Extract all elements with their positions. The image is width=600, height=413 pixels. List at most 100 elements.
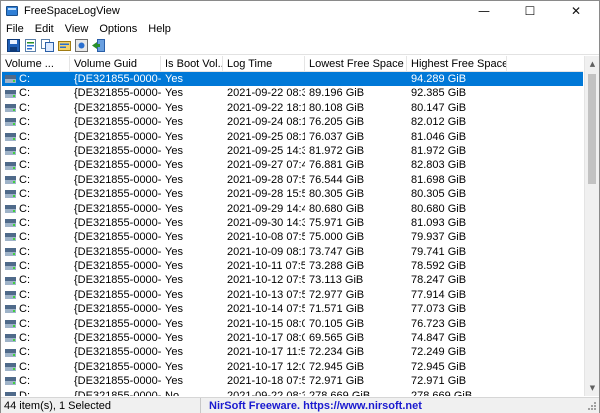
table-row[interactable]: C: {DE321855-0000-0... Yes 2021-09-27 07:4.…: [2, 158, 583, 172]
table-row[interactable]: C: {DE321855-0000-0... Yes 2021-10-17 11:5.…: [2, 345, 583, 359]
cell-volume-name: C:: [2, 187, 70, 201]
cell-volume-guid: {DE321855-0000-0...: [74, 73, 161, 85]
drive-icon: [5, 161, 16, 170]
cell-lowest-free-space: 76.881 GiB: [309, 159, 365, 172]
menu-file[interactable]: File: [1, 23, 30, 35]
table-row[interactable]: C: {DE321855-0000-0... Yes 2021-09-25 14:3.…: [2, 144, 583, 158]
cell-lowest-free-space: 72.945 GiB: [309, 360, 365, 373]
table-row[interactable]: C: {DE321855-0000-0... Yes 2021-10-17 08:0.…: [2, 331, 583, 345]
menu-options[interactable]: Options: [94, 23, 143, 35]
column-header-log-time[interactable]: Log Time: [223, 56, 305, 72]
column-header-highest-free-space[interactable]: Highest Free Space: [407, 56, 507, 72]
options-icon[interactable]: [73, 38, 89, 54]
html-report-icon[interactable]: [22, 38, 38, 54]
menu-view[interactable]: View: [60, 23, 95, 35]
cell-lowest-free-space: [305, 72, 407, 86]
drive-icon: [5, 175, 16, 184]
table-row[interactable]: C: {DE321855-0000-0... Yes 2021-09-28 07:5.…: [2, 173, 583, 187]
save-icon[interactable]: [5, 38, 21, 54]
table-row[interactable]: C: {DE321855-0000-0... Yes 2021-09-28 15:5.…: [2, 187, 583, 201]
cell-is-boot-volume: Yes: [165, 202, 183, 215]
drive-icon: [5, 276, 16, 285]
drive-icon: [5, 363, 16, 371]
cell-volume-name: C:: [2, 173, 70, 187]
cell-log-time: 2021-10-14 07:5...: [227, 303, 305, 316]
volume-label: C:: [19, 260, 30, 273]
cell-is-boot-volume: Yes: [165, 116, 183, 129]
volume-label: C:: [19, 202, 30, 215]
table-row[interactable]: C: {DE321855-0000-0... Yes 2021-09-24 08:1.…: [2, 115, 583, 129]
cell-highest-free-space: 81.972 GiB: [411, 144, 467, 157]
table-row[interactable]: C: {DE321855-0000-0... Yes 2021-10-14 07:5.…: [2, 302, 583, 316]
cell-lowest-free-space: 71.571 GiB: [309, 303, 365, 316]
cell-highest-free-space: 72.971 GiB: [411, 375, 467, 388]
cell-volume-guid: {DE321855-0000-0...: [74, 87, 161, 100]
table-row[interactable]: C: {DE321855-0000-0... Yes 2021-09-22 08:3.…: [2, 86, 583, 100]
close-button[interactable]: ✕: [553, 1, 599, 21]
exit-icon[interactable]: [90, 38, 106, 54]
table-row[interactable]: C: {DE321855-0000-0... Yes 2021-09-30 14:3.…: [2, 216, 583, 230]
minimize-button[interactable]: —: [461, 1, 507, 21]
log-list-view[interactable]: Volume ... Volume Guid Is Boot Vol... Lo…: [2, 56, 583, 396]
cell-volume-name: C:: [2, 259, 70, 273]
volume-label: C:: [19, 245, 30, 258]
title-bar[interactable]: FreeSpaceLogView — ☐ ✕: [1, 1, 599, 21]
table-row[interactable]: C: {DE321855-0000-0... Yes 94.289 GiB: [2, 72, 583, 87]
table-row[interactable]: C: {DE321855-0000-0... Yes 2021-10-11 07:5.…: [2, 259, 583, 273]
scroll-down-arrow-icon[interactable]: ▼: [585, 380, 600, 396]
cell-lowest-free-space: 80.680 GiB: [309, 202, 365, 215]
cell-log-time: 2021-10-09 08:1...: [227, 245, 305, 258]
cell-lowest-free-space: 72.971 GiB: [309, 375, 365, 388]
cell-volume-guid: {DE321855-0000-0...: [74, 360, 161, 373]
table-row[interactable]: C: {DE321855-0000-0... Yes 2021-09-25 08:1.…: [2, 130, 583, 144]
cell-is-boot-volume: Yes: [165, 87, 183, 100]
table-row[interactable]: C: {DE321855-0000-0... Yes 2021-09-22 18:1.…: [2, 101, 583, 115]
cell-volume-name: D:: [2, 389, 70, 396]
column-header-lowest-free-space[interactable]: Lowest Free Space: [305, 56, 407, 72]
cell-highest-free-space: 81.046 GiB: [411, 130, 467, 143]
cell-highest-free-space: 80.305 GiB: [411, 188, 467, 201]
menu-edit[interactable]: Edit: [30, 23, 60, 35]
table-row[interactable]: C: {DE321855-0000-0... Yes 2021-10-17 12:0.…: [2, 360, 583, 374]
cell-volume-name: C:: [2, 345, 70, 359]
scroll-thumb[interactable]: [588, 74, 596, 184]
cell-volume-guid: {DE321855-0000-0...: [74, 101, 161, 114]
menu-help[interactable]: Help: [143, 23, 177, 35]
properties-icon[interactable]: [56, 38, 72, 54]
drive-icon: [5, 190, 16, 199]
nirsoft-link[interactable]: NirSoft Freeware. https://www.nirsoft.ne…: [201, 398, 422, 413]
cell-volume-name: C:: [2, 245, 70, 259]
cell-lowest-free-space: 73.747 GiB: [309, 245, 365, 258]
column-header-volume-name[interactable]: Volume ...: [2, 56, 70, 72]
cell-volume-name: C:: [2, 273, 70, 287]
cell-highest-free-space: 81.698 GiB: [411, 173, 467, 186]
table-row[interactable]: C: {DE321855-0000-0... Yes 2021-09-29 14:4.…: [2, 202, 583, 216]
cell-log-time: 2021-10-17 11:5...: [227, 346, 305, 359]
cell-lowest-free-space: 76.037 GiB: [309, 130, 365, 143]
volume-label: C:: [19, 303, 30, 316]
cell-highest-free-space: 77.914 GiB: [411, 288, 467, 301]
table-row[interactable]: C: {DE321855-0000-0... Yes 2021-10-13 07:5.…: [2, 288, 583, 302]
resize-grip-icon[interactable]: [587, 401, 597, 411]
table-row[interactable]: C: {DE321855-0000-0... Yes 2021-10-15 08:0.…: [2, 317, 583, 331]
drive-icon: [5, 219, 16, 228]
column-header-volume-guid[interactable]: Volume Guid: [70, 56, 161, 72]
table-row[interactable]: C: {DE321855-0000-0... Yes 2021-10-08 07:5.…: [2, 230, 583, 244]
maximize-button[interactable]: ☐: [507, 1, 553, 21]
cell-log-time: 2021-09-22 08:3...: [227, 87, 305, 100]
drive-icon: [5, 233, 16, 242]
vertical-scrollbar[interactable]: ▲ ▼: [584, 56, 599, 396]
table-row[interactable]: C: {DE321855-0000-0... Yes 2021-10-12 07:5.…: [2, 273, 583, 287]
cell-highest-free-space: 82.012 GiB: [411, 116, 467, 129]
cell-is-boot-volume: Yes: [165, 173, 183, 186]
cell-log-time: 2021-10-17 08:0...: [227, 332, 305, 345]
table-row[interactable]: D: {DE321855-0000-0... No 2021-09-22 08:3..…: [2, 389, 583, 396]
drive-icon: [5, 377, 16, 386]
table-row[interactable]: C: {DE321855-0000-0... Yes 2021-10-09 08:1.…: [2, 245, 583, 259]
volume-label: C:: [19, 317, 30, 330]
cell-log-time: 2021-09-30 14:3...: [227, 216, 305, 229]
copy-icon[interactable]: [39, 38, 55, 54]
scroll-up-arrow-icon[interactable]: ▲: [585, 56, 600, 72]
column-header-is-boot-volume[interactable]: Is Boot Vol...: [161, 56, 223, 72]
table-row[interactable]: C: {DE321855-0000-0... Yes 2021-10-18 07:5.…: [2, 374, 583, 388]
